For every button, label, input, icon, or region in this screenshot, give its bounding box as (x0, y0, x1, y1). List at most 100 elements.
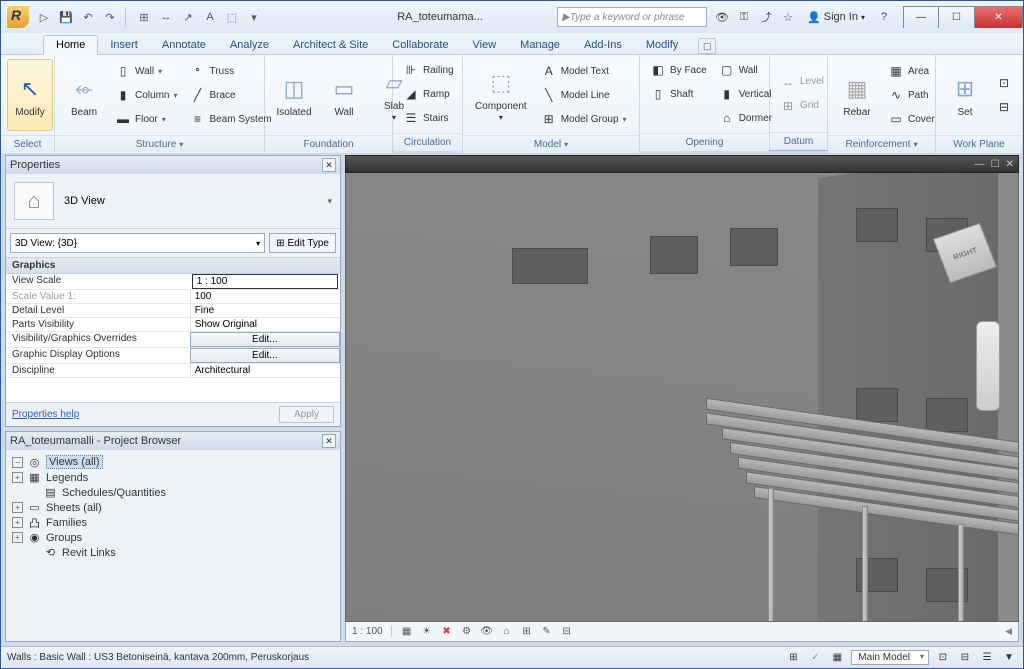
property-row[interactable]: Parts VisibilityShow Original (6, 318, 340, 332)
status-icon[interactable]: ⊞ (785, 650, 801, 666)
qat-icon[interactable]: ⬚ (223, 8, 241, 26)
property-value[interactable]: Edit... (190, 348, 340, 363)
qat-icon[interactable]: ⊞ (135, 8, 153, 26)
brace-button[interactable]: ╱Brace (185, 84, 275, 106)
vc-icon[interactable]: ⊟ (560, 625, 574, 639)
view-max-icon[interactable]: ☐ (991, 159, 1000, 170)
expand-icon[interactable]: − (12, 457, 23, 468)
expand-icon[interactable]: + (12, 502, 23, 513)
status-icon[interactable]: ▦ (829, 650, 845, 666)
panel-label[interactable]: Reinforcement (828, 135, 935, 153)
area-button[interactable]: ▦Area (884, 60, 939, 82)
status-icon[interactable]: ⊡ (935, 650, 951, 666)
property-row[interactable]: Detail LevelFine (6, 304, 340, 318)
model-line-button[interactable]: ╲Model Line (537, 84, 631, 106)
status-icon[interactable]: ☰ (979, 650, 995, 666)
ribbon-minimize-icon[interactable]: ▢ (698, 38, 716, 54)
save-icon[interactable]: 💾 (57, 8, 75, 26)
tab-manage[interactable]: Manage (508, 36, 572, 54)
cover-button[interactable]: ▭Cover (884, 108, 939, 130)
isolated-button[interactable]: ◫Isolated (271, 59, 317, 131)
column-button[interactable]: ▮Column (111, 84, 181, 106)
wp-icon2[interactable]: ⊟ (992, 96, 1016, 118)
beam-button[interactable]: ⬰ Beam (61, 59, 107, 131)
tab-collaborate[interactable]: Collaborate (380, 36, 460, 54)
component-button[interactable]: ⬚Component▾ (469, 59, 533, 131)
property-value[interactable]: Fine (190, 304, 340, 317)
star-icon[interactable]: ☆ (779, 8, 797, 26)
qat-icon[interactable]: A (201, 8, 219, 26)
vc-icon[interactable]: ▦ (400, 625, 414, 639)
vc-icon[interactable]: ☀ (420, 625, 434, 639)
dropdown-icon[interactable]: ▾ (327, 196, 332, 207)
tree-item[interactable]: ▤Schedules/Quantities (12, 485, 334, 500)
tree-item[interactable]: −◎Views (all) (12, 454, 334, 470)
property-value[interactable]: Architectural (190, 364, 340, 377)
vc-icon[interactable]: ✖ (440, 625, 454, 639)
opening-wall-button[interactable]: ▢Wall (715, 59, 776, 81)
help-icon[interactable]: ? (875, 8, 893, 26)
grid-button[interactable]: ⊞Grid (776, 95, 828, 117)
truss-button[interactable]: 𐤏Truss (185, 60, 275, 82)
property-row[interactable]: Visibility/Graphics OverridesEdit... (6, 332, 340, 348)
tree-item[interactable]: +◉Groups (12, 530, 334, 545)
maximize-button[interactable]: ☐ (939, 6, 975, 28)
key-icon[interactable]: ⚿ (735, 8, 753, 26)
property-value[interactable]: 100 (190, 290, 340, 303)
vc-icon[interactable]: ⊞ (520, 625, 534, 639)
floor-button[interactable]: ▬Floor (111, 108, 181, 130)
close-icon[interactable]: ✕ (322, 158, 336, 172)
binoculars-icon[interactable]: 👁 (713, 8, 731, 26)
railing-button[interactable]: ⊪Railing (399, 59, 458, 81)
view-close-icon[interactable]: ✕ (1006, 159, 1014, 170)
beam-system-button[interactable]: ≡Beam System (185, 108, 275, 130)
property-value[interactable]: Show Original (190, 318, 340, 331)
instance-selector[interactable]: 3D View: {3D}▾ (10, 233, 265, 253)
tree-item[interactable]: ⟲Revit Links (12, 545, 334, 560)
close-icon[interactable]: ✕ (322, 434, 336, 448)
tab-modify[interactable]: Modify (634, 36, 690, 54)
minimize-button[interactable]: — (903, 6, 939, 28)
tree-item[interactable]: +凸Families (12, 515, 334, 530)
property-group[interactable]: Graphics (6, 258, 340, 274)
vc-icon[interactable]: ⌂ (500, 625, 514, 639)
tab-insert[interactable]: Insert (98, 36, 150, 54)
shaft-button[interactable]: ▯Shaft (646, 83, 711, 105)
navigation-bar[interactable] (976, 321, 1000, 411)
expand-icon[interactable]: + (12, 532, 23, 543)
view-min-icon[interactable]: — (975, 159, 985, 170)
main-model-selector[interactable]: Main Model (851, 650, 929, 665)
tab-home[interactable]: Home (43, 35, 98, 55)
qat-dropdown-icon[interactable]: ▾ (245, 8, 263, 26)
dormer-button[interactable]: ⌂Dormer (715, 107, 776, 129)
search-input[interactable]: ▶ Type a keyword or phrase (557, 7, 707, 27)
wp-icon1[interactable]: ⊡ (992, 72, 1016, 94)
tree-item[interactable]: +▭Sheets (all) (12, 500, 334, 515)
edit-type-button[interactable]: ⊞Edit Type (269, 233, 336, 253)
wall-button[interactable]: ▯Wall (111, 60, 181, 82)
filter-icon[interactable]: ▼ (1001, 650, 1017, 666)
tab-addins[interactable]: Add-Ins (572, 36, 634, 54)
scroll-left-icon[interactable]: ◀ (1005, 626, 1012, 637)
view-scale[interactable]: 1 : 100 (352, 626, 392, 637)
qat-icon[interactable]: ↗ (179, 8, 197, 26)
vc-icon[interactable]: ⚙ (460, 625, 474, 639)
viewport-3d[interactable]: RIGHT (345, 173, 1019, 622)
model-text-button[interactable]: AModel Text (537, 60, 631, 82)
modify-button[interactable]: ↖ Modify (7, 59, 53, 131)
panel-label[interactable]: Structure (55, 135, 264, 153)
level-button[interactable]: ↔Level (776, 71, 828, 93)
vc-icon[interactable]: 👁 (480, 625, 494, 639)
properties-help-link[interactable]: Properties help (12, 409, 79, 420)
share-icon[interactable]: ⤴ (757, 8, 775, 26)
open-icon[interactable]: ▷ (35, 8, 53, 26)
tab-analyze[interactable]: Analyze (218, 36, 281, 54)
status-icon[interactable]: ⊟ (957, 650, 973, 666)
tab-annotate[interactable]: Annotate (150, 36, 218, 54)
apply-button[interactable]: Apply (279, 406, 334, 423)
undo-icon[interactable]: ↶ (79, 8, 97, 26)
expand-icon[interactable]: + (12, 517, 23, 528)
property-row[interactable]: Graphic Display OptionsEdit... (6, 348, 340, 364)
property-row[interactable]: DisciplineArchitectural (6, 364, 340, 378)
property-row[interactable]: View Scale1 : 100 (6, 274, 340, 290)
